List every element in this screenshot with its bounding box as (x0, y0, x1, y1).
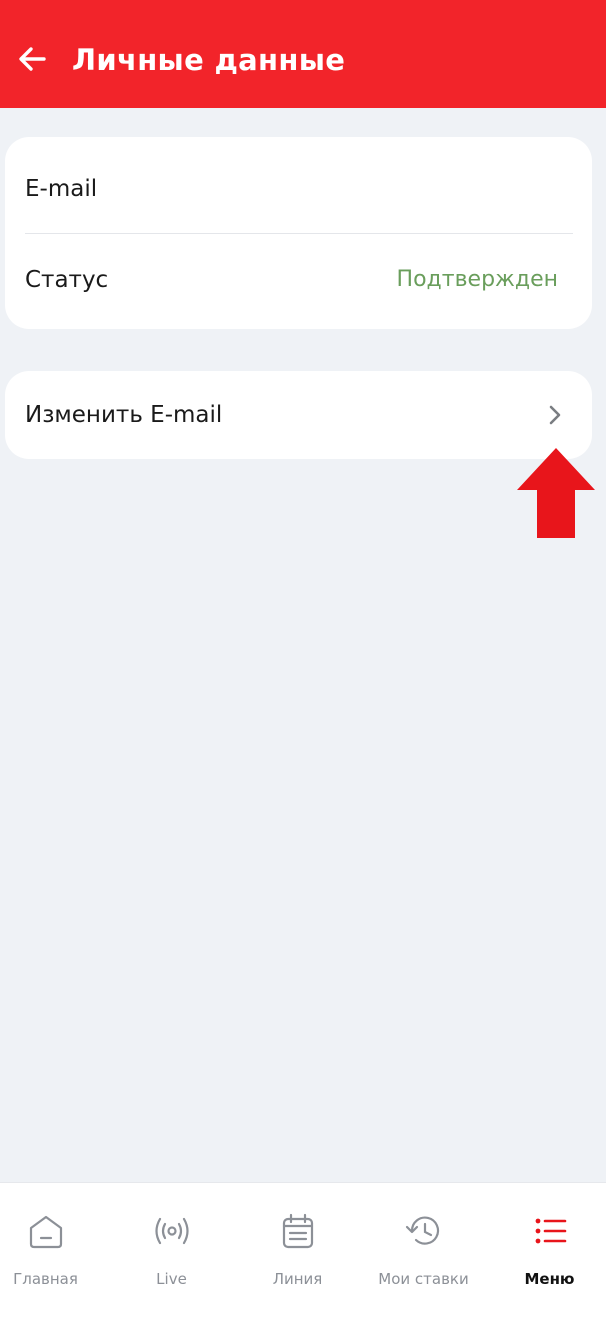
nav-item-line[interactable]: Линия (237, 1183, 358, 1320)
calendar-icon (282, 1213, 313, 1249)
red-pointer-arrow-icon (517, 448, 595, 538)
nav-label-live: Live (156, 1270, 187, 1288)
nav-label-line: Линия (272, 1270, 323, 1288)
email-label: E-mail (25, 176, 98, 202)
divider (25, 233, 573, 234)
nav-item-my-bets[interactable]: Мои ставки (363, 1183, 484, 1320)
home-icon (29, 1215, 62, 1249)
nav-item-home[interactable]: Главная (0, 1183, 106, 1320)
back-button[interactable] (14, 40, 50, 76)
back-arrow-icon (19, 47, 46, 71)
change-email-button[interactable]: Изменить E-mail (5, 371, 592, 459)
status-label: Статус (25, 267, 109, 293)
nav-item-menu[interactable]: Меню (489, 1183, 606, 1320)
app-header: Личные данные (0, 0, 606, 108)
history-icon (405, 1216, 439, 1245)
menu-list-icon (535, 1218, 566, 1244)
bottom-navigation: Главная Live Линия Мои ставки Меню (0, 1182, 606, 1320)
chevron-right-icon (549, 405, 561, 425)
page-title: Личные данные (72, 43, 346, 77)
nav-label-menu: Меню (524, 1270, 575, 1288)
email-info-card: E-mail Статус Подтвержден (5, 137, 592, 329)
broadcast-icon (154, 1217, 189, 1245)
nav-label-home: Главная (13, 1270, 78, 1288)
change-email-label: Изменить E-mail (25, 402, 223, 428)
status-value: Подтвержден (396, 267, 558, 292)
nav-label-my-bets: Мои ставки (378, 1270, 469, 1288)
nav-item-live[interactable]: Live (111, 1183, 232, 1320)
